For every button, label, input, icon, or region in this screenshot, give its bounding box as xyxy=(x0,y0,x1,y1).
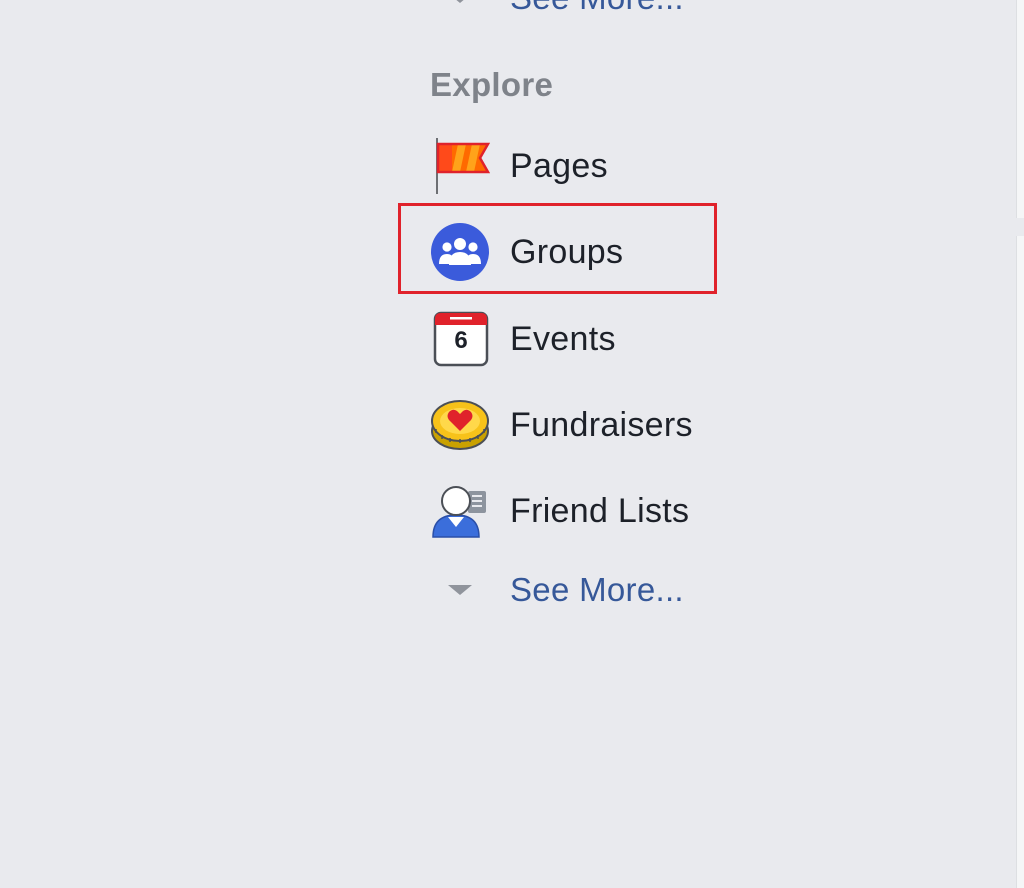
caret-down-icon xyxy=(448,585,472,595)
right-panel-edge xyxy=(1016,0,1024,888)
caret-down-icon xyxy=(448,0,472,3)
calendar-icon: 6 xyxy=(430,309,490,369)
sidebar-item-fundraisers[interactable]: Fundraisers xyxy=(430,393,740,457)
highlight-box xyxy=(398,203,717,294)
top-see-more-label: See More... xyxy=(510,0,684,17)
sidebar-item-pages[interactable]: Pages xyxy=(430,134,740,198)
explore-see-more-link[interactable]: See More... xyxy=(448,568,684,612)
heart-coin-icon xyxy=(430,395,490,455)
sidebar-item-label: Events xyxy=(510,319,616,358)
page: See More... Explore Pages xyxy=(0,0,1024,888)
friend-list-icon xyxy=(430,481,490,541)
sidebar-item-label: Fundraisers xyxy=(510,405,693,444)
sidebar-item-label: Friend Lists xyxy=(510,491,690,530)
sidebar-item-events[interactable]: 6 Events xyxy=(430,307,740,371)
sidebar-item-label: Pages xyxy=(510,146,608,185)
flag-icon xyxy=(430,136,491,196)
explore-section-title: Explore xyxy=(430,66,554,103)
sidebar-item-friend-lists[interactable]: Friend Lists xyxy=(430,479,740,543)
explore-see-more-label: See More... xyxy=(510,571,684,608)
right-panel-notch xyxy=(1016,218,1024,236)
top-see-more-link[interactable]: See More... xyxy=(448,0,684,18)
calendar-day-number: 6 xyxy=(454,327,468,354)
